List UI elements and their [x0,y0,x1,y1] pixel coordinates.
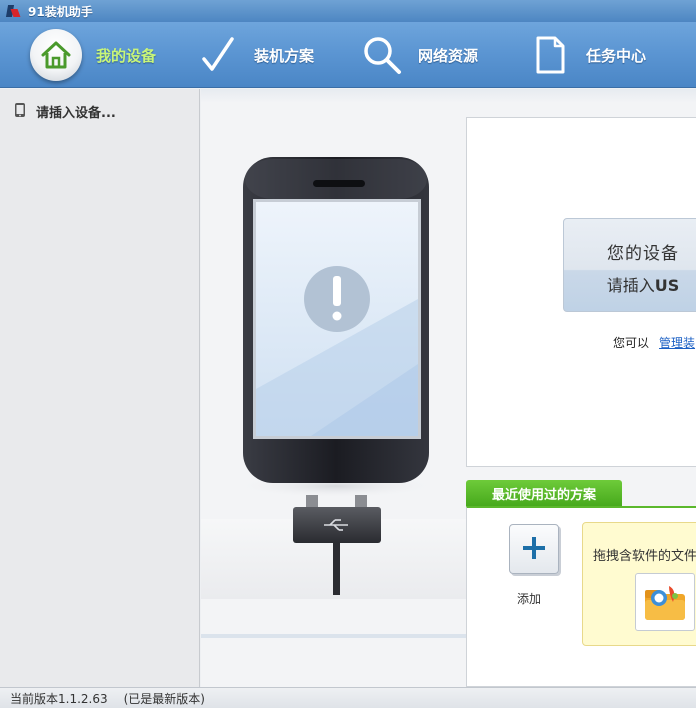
insert-usb-prefix: 请插入 [606,276,655,295]
recent-plans-tab[interactable]: 最近使用过的方案 [466,480,622,506]
manage-link[interactable]: 管理装 [659,336,695,350]
hint-text: 您可以 [613,336,650,350]
add-plan-button[interactable] [509,524,559,574]
folder-icon [635,573,695,631]
nav-label: 网络资源 [418,46,479,65]
document-icon [528,33,572,77]
main-nav: 我的设备 装机方案 网络资源 任务中心 [0,22,696,88]
search-icon [360,33,404,77]
insert-usb-line: 请插入US [564,272,696,296]
checkmark-icon [196,33,240,77]
device-status-card: 您的设备 请插入US 您可以 管理装 [466,117,696,467]
version-text: 当前版本1.1.2.63 [10,691,108,706]
drop-hint-text: 拖拽含软件的文件 [593,549,696,564]
main-content: 您的设备 请插入US 您可以 管理装 最近使用过的方案 添加 拖拽含软件的文件 [201,89,696,687]
recent-plans-panel: 添加 拖拽含软件的文件 [466,506,696,687]
title-bar: 91装机助手 [0,0,696,22]
phone-illustration [236,157,436,595]
nav-item-task-center[interactable]: 任务中心 [528,22,646,88]
sidebar-item-insert-device[interactable]: 请插入设备... [0,89,199,123]
nav-label: 我的设备 [96,46,157,65]
nav-item-install-plan[interactable]: 装机方案 [196,22,314,88]
app-logo-icon [6,4,20,18]
nav-item-my-device[interactable]: 我的设备 [30,22,156,88]
drop-files-zone[interactable]: 拖拽含软件的文件 [582,522,696,646]
insert-device-banner: 您的设备 请插入US [563,218,696,312]
home-icon [30,29,82,81]
phone-icon [14,102,26,121]
plus-icon [521,535,547,564]
window-title: 91装机助手 [28,4,93,19]
nav-label: 任务中心 [586,46,647,65]
version-latest-text: (已是最新版本) [123,691,205,706]
insert-usb-bold: US [654,276,680,295]
nav-item-network-resources[interactable]: 网络资源 [360,22,478,88]
floor-line [201,634,466,638]
status-bar: 当前版本1.1.2.63 (已是最新版本) [0,687,696,708]
device-status-line: 您的设备 [607,244,679,264]
nav-label: 装机方案 [254,46,315,65]
add-plan-label: 添加 [517,592,542,606]
sidebar-item-label: 请插入设备... [36,105,116,121]
top-strip [201,89,696,103]
sidebar: 请插入设备... [0,89,200,687]
hint-row: 您可以 管理装 [613,334,695,351]
